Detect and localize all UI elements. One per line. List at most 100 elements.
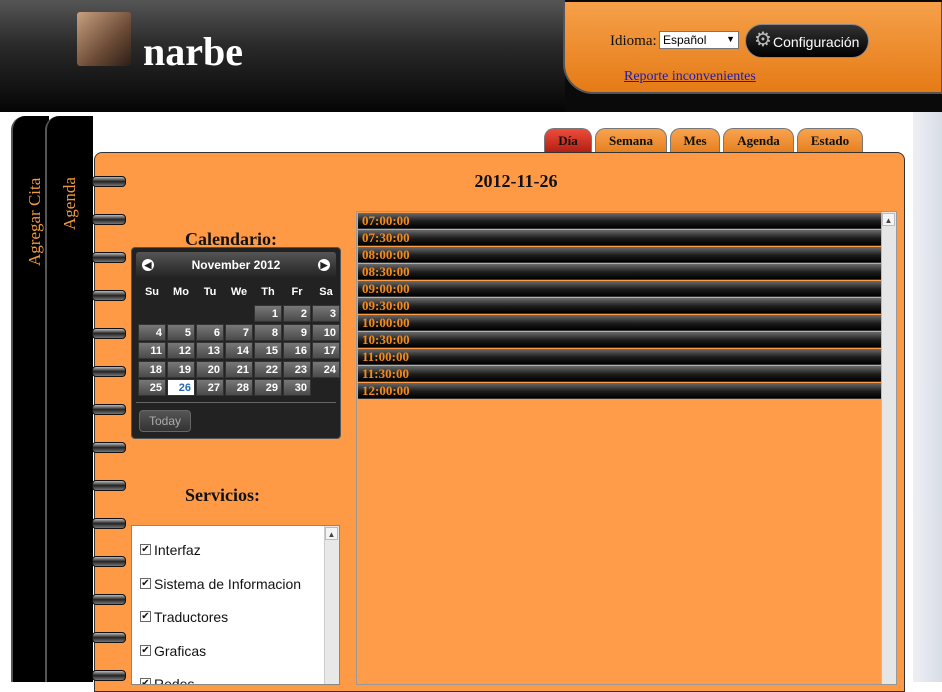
calendar-day[interactable]: 12 <box>167 342 195 359</box>
datepicker-header: ◀ November 2012 ▶ <box>136 252 336 278</box>
service-item[interactable]: ✔ Traductores <box>140 609 229 625</box>
calendar-day[interactable]: 8 <box>254 323 282 341</box>
right-margin <box>913 112 942 682</box>
calendar-day[interactable]: 21 <box>225 360 253 378</box>
service-item[interactable]: ✔ Redes <box>140 676 195 685</box>
calendar-day[interactable]: 11 <box>138 342 166 359</box>
calendar-day[interactable]: 14 <box>225 342 253 359</box>
time-slot[interactable]: 11:00:00 <box>358 349 882 365</box>
calendar-day[interactable]: 16 <box>283 342 311 359</box>
scroll-up-icon[interactable]: ▲ <box>325 527 338 540</box>
tab-month[interactable]: Mes <box>670 128 720 153</box>
calendar-day[interactable]: 2 <box>283 305 311 322</box>
time-slot[interactable]: 08:00:00 <box>358 247 882 263</box>
prev-month-icon[interactable]: ◀ <box>142 259 154 271</box>
binder-ring <box>92 176 126 187</box>
binder-ring <box>92 632 126 643</box>
schedule-scrollbar[interactable]: ▲ <box>881 212 896 684</box>
tab-agenda[interactable]: Agenda <box>723 128 794 153</box>
datepicker-divider <box>136 402 336 403</box>
checkbox-checked-icon[interactable]: ✔ <box>140 544 151 555</box>
configuration-button[interactable]: ⚙ Configuración <box>745 24 869 58</box>
calendar-day[interactable]: 13 <box>196 342 224 359</box>
weekday-header: Mo <box>173 286 189 298</box>
calendar-day[interactable]: 9 <box>283 323 311 341</box>
service-item[interactable]: ✔ Sistema de Informacion <box>140 575 302 592</box>
language-label: Idioma: <box>610 33 657 49</box>
calendar-day[interactable]: 3 <box>312 305 340 322</box>
services-title: Servicios: <box>185 485 260 505</box>
binder-ring <box>92 290 126 301</box>
time-slot[interactable]: 11:30:00 <box>358 366 882 382</box>
weekday-header: Sa <box>319 286 333 298</box>
services-scrollbar[interactable]: ▲ <box>324 526 339 684</box>
username: narbe <box>143 29 243 74</box>
calendar-day[interactable]: 6 <box>196 323 224 341</box>
date-title: 2012-11-26 <box>474 171 558 191</box>
services-list[interactable]: ✔ Interfaz ✔ Sistema de Informacion ✔ Traduct… <box>131 525 340 685</box>
language-select[interactable]: Español ▼ <box>659 31 739 49</box>
service-label: Traductores <box>154 609 229 625</box>
tab-day[interactable]: Día <box>544 128 592 153</box>
service-label: Redes <box>154 676 195 685</box>
calendar-day[interactable]: 30 <box>283 379 311 396</box>
service-label: Sistema de Informacion <box>154 575 302 592</box>
datepicker: ◀ November 2012 ▶ Su Mo Tu We Th Fr Sa 1 2 3 4 5 6 7 8… <box>131 247 341 439</box>
calendar-day[interactable]: 1 <box>254 305 282 322</box>
calendar-day[interactable]: 27 <box>196 379 224 396</box>
binder-ring <box>92 670 126 681</box>
calendar-day[interactable]: 18 <box>138 360 166 378</box>
time-slot[interactable]: 09:30:00 <box>358 298 882 314</box>
calendar-day[interactable]: 10 <box>312 323 340 341</box>
service-item[interactable]: ✔ Interfaz <box>140 542 201 558</box>
scroll-up-icon[interactable]: ▲ <box>882 213 895 226</box>
agenda-side-tab[interactable]: Agenda <box>45 116 93 682</box>
calendar-day[interactable]: 23 <box>283 360 311 378</box>
time-slot[interactable]: 08:30:00 <box>358 264 882 280</box>
day-schedule[interactable]: 07:00:00 07:30:00 08:00:00 08:30:00 09:00:00… <box>356 211 897 685</box>
tab-week[interactable]: Semana <box>595 128 667 153</box>
checkbox-checked-icon[interactable]: ✔ <box>140 644 151 656</box>
calendar-day[interactable]: 17 <box>312 342 340 359</box>
time-slot[interactable]: 09:00:00 <box>358 281 882 297</box>
calendar-day[interactable]: 19 <box>167 360 195 378</box>
language-select-value: Español <box>663 33 707 47</box>
today-button[interactable]: Today <box>139 410 191 432</box>
calendar-day[interactable]: 29 <box>254 379 282 396</box>
calendar-day[interactable]: 24 <box>312 360 340 378</box>
binder-ring <box>92 556 126 567</box>
weekday-header: We <box>230 286 248 298</box>
service-label: Graficas <box>154 642 207 659</box>
binder-ring <box>92 442 126 453</box>
binder-ring <box>92 252 126 263</box>
binder-ring <box>92 480 126 491</box>
service-item[interactable]: ✔ Graficas <box>140 642 207 659</box>
calendar-day[interactable]: 5 <box>167 323 195 341</box>
checkbox-checked-icon[interactable]: ✔ <box>140 611 151 622</box>
calendar-day[interactable]: 7 <box>225 323 253 341</box>
time-slot[interactable]: 07:30:00 <box>358 230 882 246</box>
add-appointment-label: Agregar Cita <box>25 177 44 266</box>
calendar-day[interactable]: 22 <box>254 360 282 378</box>
calendar-day[interactable]: 28 <box>225 379 253 396</box>
calendar-day[interactable]: 26 <box>167 379 195 396</box>
calendar-day[interactable]: 20 <box>196 360 224 378</box>
calendar-day[interactable]: 4 <box>138 323 166 341</box>
configuration-label: Configuración <box>773 34 860 50</box>
weekday-header: Su <box>144 286 160 298</box>
tab-status[interactable]: Estado <box>797 128 863 153</box>
checkbox-checked-icon[interactable]: ✔ <box>140 577 151 589</box>
report-issues-link[interactable]: Reporte inconvenientes <box>624 69 756 85</box>
calendar-day[interactable]: 15 <box>254 342 282 359</box>
binder-ring <box>92 328 126 339</box>
next-month-icon[interactable]: ▶ <box>318 259 330 271</box>
binder-ring <box>92 594 126 605</box>
time-slot[interactable]: 10:00:00 <box>358 315 882 331</box>
agenda-side-label: Agenda <box>60 177 79 230</box>
time-slot[interactable]: 07:00:00 <box>358 213 882 229</box>
add-appointment-tab[interactable]: Agregar Cita <box>11 116 49 682</box>
binder-ring <box>92 518 126 529</box>
time-slot[interactable]: 12:00:00 <box>358 383 882 399</box>
time-slot[interactable]: 10:30:00 <box>358 332 882 348</box>
calendar-day[interactable]: 25 <box>138 379 166 396</box>
